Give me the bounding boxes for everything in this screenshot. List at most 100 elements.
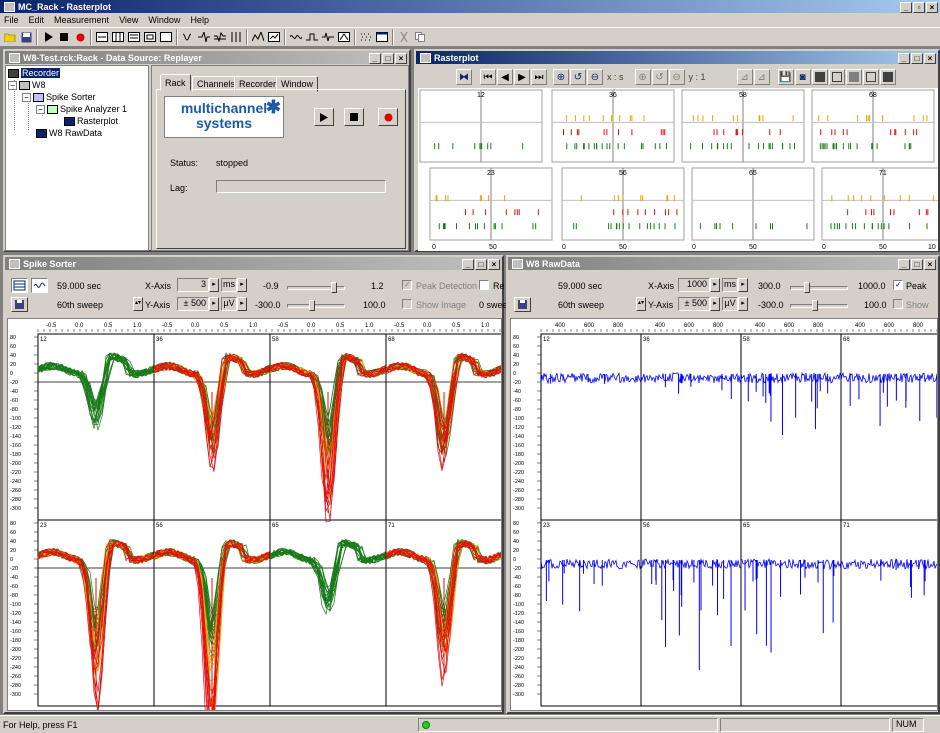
save-plot-icon[interactable]: 💾 [777,69,794,85]
raw-y-spin-down[interactable]: ▴▾ [636,297,646,311]
forward-icon[interactable]: ▶ [514,69,530,85]
spike-view-button-2[interactable] [31,278,48,293]
rack-close-button[interactable]: × [395,53,407,64]
window-icon[interactable] [374,29,390,45]
play-icon[interactable] [40,29,56,45]
raw-x-unit[interactable]: ms [722,278,738,292]
raw-y-slider[interactable] [790,304,848,308]
spike-sorter-close-button[interactable]: × [488,259,500,270]
filter-icon[interactable] [180,29,196,45]
spike-y-slider[interactable] [287,304,345,308]
layout5-icon[interactable] [879,69,896,85]
tree-item-rasterplot[interactable]: Rasterplot [64,116,118,126]
rack-minimize-button[interactable]: _ [369,53,381,64]
collapse-icon[interactable]: − [22,92,31,102]
threshold-icon[interactable] [212,29,228,45]
open-icon[interactable] [2,29,18,45]
back-icon[interactable]: ◀ [497,69,513,85]
rack-maximize-button[interactable]: □ [382,53,394,64]
rack-stop-button[interactable] [344,108,364,126]
peak-detection-checkbox[interactable]: ✓ [402,280,412,290]
analyzer-icon[interactable] [250,29,266,45]
menu-measurement[interactable]: Measurement [54,15,109,25]
raw-save-button[interactable] [514,297,531,312]
fit-icon[interactable]: ⧓ [456,69,472,85]
raw-x-slider-thumb[interactable] [804,282,810,293]
spike-y-axis-spin[interactable]: ▸ [209,297,219,311]
trigger-icon[interactable] [304,29,320,45]
scale-icon[interactable]: ⊿ [736,69,753,85]
spike-y-unit[interactable]: µV [221,297,237,311]
scale2-icon[interactable]: ⊿ [753,69,770,85]
raw-y-unit-spin[interactable]: ▸ [738,297,748,311]
raw-x-axis-spin[interactable]: ▸ [710,278,720,292]
rasterplot-maximize-button[interactable]: □ [911,53,923,64]
restore-button[interactable]: ▫ [913,2,925,13]
stop-icon[interactable] [56,29,72,45]
raw-x-unit-spin[interactable]: ▸ [738,278,748,292]
spike-sorter-maximize-button[interactable]: □ [475,259,487,270]
rawdata-maximize-button[interactable]: □ [911,259,923,270]
spike-y-slider-thumb[interactable] [309,300,315,311]
wave-icon[interactable] [288,29,304,45]
tree-item-spike-analyzer[interactable]: − Spike Analyzer 1 [36,104,127,114]
spike-icon[interactable] [196,29,212,45]
close-button[interactable]: × [926,2,938,13]
zoom-in-y-icon[interactable]: ⊕ [634,69,651,85]
raw-show-checkbox[interactable] [893,299,903,309]
layout2-icon[interactable] [828,69,845,85]
spike-x-unit[interactable]: ms [221,278,237,292]
event-icon[interactable] [228,29,244,45]
raw-x-axis-input[interactable]: 1000 [678,278,710,292]
rasterplot-close-button[interactable]: × [924,53,936,64]
raw-x-slider[interactable] [790,286,848,290]
rawdata-close-button[interactable]: × [924,259,936,270]
rack-icon[interactable] [94,29,110,45]
layout4-icon[interactable] [862,69,879,85]
raw-peak-checkbox[interactable]: ✓ [893,280,903,290]
show-image-checkbox[interactable] [402,299,412,309]
copy-icon[interactable] [412,29,428,45]
spike-view-button-1[interactable] [11,278,28,293]
spike-y-spin-down[interactable]: ▴▾ [133,297,143,311]
rack-play-button[interactable] [314,108,334,126]
raw-y-axis-spin[interactable]: ▸ [710,297,720,311]
spike-x-axis-input[interactable]: 3 [177,278,209,292]
zoom-reset-y-icon[interactable]: ↺ [651,69,668,85]
tab-rack[interactable]: Rack [160,74,191,91]
sorter-icon[interactable] [320,29,336,45]
collapse-icon[interactable]: − [8,80,17,90]
zoom-out-y-icon[interactable]: ⊖ [668,69,685,85]
cut-icon[interactable] [396,29,412,45]
rawdata-minimize-button[interactable]: _ [898,259,910,270]
menu-window[interactable]: Window [148,15,180,25]
spike-x-unit-spin[interactable]: ▸ [237,278,247,292]
tree-item-w8[interactable]: − W8 [8,80,46,90]
raster-icon[interactable] [358,29,374,45]
rack-record-button[interactable] [378,108,398,126]
camera-icon[interactable]: ◙ [794,69,811,85]
grid-icon[interactable] [110,29,126,45]
raw-y-unit[interactable]: µV [722,297,738,311]
spike-x-axis-spin[interactable]: ▸ [209,278,219,292]
chart-icon[interactable] [266,29,282,45]
tree-item-spike-sorter[interactable]: − Spike Sorter [22,92,96,102]
layout1-icon[interactable] [811,69,828,85]
spike-save-button[interactable] [11,297,28,312]
zoom-out-x-icon[interactable]: ⊖ [587,69,603,85]
spike-sorter-minimize-button[interactable]: _ [462,259,474,270]
zoom-in-x-icon[interactable]: ⊕ [553,69,569,85]
menu-edit[interactable]: Edit [29,15,45,25]
spike-y-unit-spin[interactable]: ▸ [237,297,247,311]
save-icon[interactable] [18,29,34,45]
layout3-icon[interactable] [845,69,862,85]
raw-y-axis-input[interactable]: ± 500 [678,297,710,311]
last-icon[interactable]: ⏭ [531,69,547,85]
rasterplot-minimize-button[interactable]: _ [898,53,910,64]
spike-x-slider-thumb[interactable] [331,282,337,293]
menu-file[interactable]: File [4,15,19,25]
menu-view[interactable]: View [119,15,138,25]
tree-item-w8-rawdata[interactable]: W8 RawData [36,128,102,138]
menu-help[interactable]: Help [190,15,209,25]
panel-icon[interactable] [158,29,174,45]
